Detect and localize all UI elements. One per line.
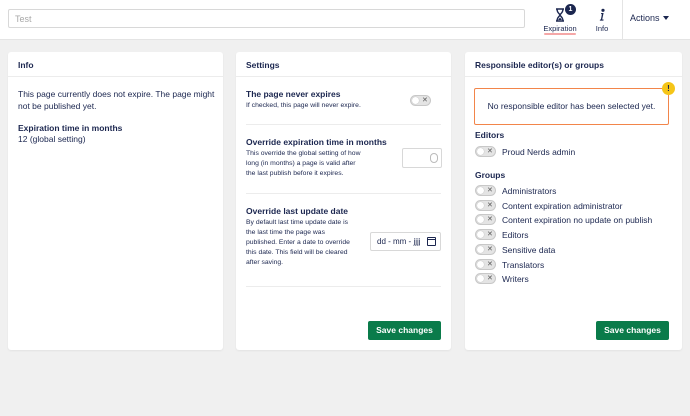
row-divider: [246, 193, 441, 194]
toggle-knob: [412, 97, 419, 104]
close-icon: ✕: [487, 275, 493, 282]
editors-heading: Editors: [475, 130, 505, 140]
close-icon: ✕: [487, 231, 493, 238]
info-panel: Info This page currently does not expire…: [8, 52, 223, 350]
info-message: This page currently does not expire. The…: [18, 89, 215, 111]
group-toggle[interactable]: ✕: [475, 244, 496, 255]
never-expires-label: The page never expires: [246, 89, 341, 99]
group-label: Writers: [502, 274, 529, 284]
number-spinner-icon[interactable]: [430, 153, 438, 163]
group-toggle[interactable]: ✕: [475, 200, 496, 211]
toggle-knob: [477, 216, 484, 223]
app-button-info[interactable]: Info: [578, 0, 626, 40]
groups-heading: Groups: [475, 170, 506, 180]
override-update-date-input[interactable]: dd - mm - jjjj: [370, 232, 441, 251]
toggle-knob: [477, 261, 484, 268]
group-toggle[interactable]: ✕: [475, 259, 496, 270]
responsible-panel: Responsible editor(s) or groups No respo…: [465, 52, 682, 350]
close-icon: ✕: [422, 97, 428, 104]
top-bar: 1 Expiration Info Actions: [0, 0, 690, 40]
editor-toggle[interactable]: ✕: [475, 146, 496, 157]
close-icon: ✕: [487, 187, 493, 194]
never-expires-description: If checked, this page will never expire.: [246, 102, 361, 109]
node-name-input[interactable]: [8, 9, 525, 28]
close-icon: ✕: [487, 202, 493, 209]
date-placeholder: dd - mm - jjjj: [377, 237, 421, 246]
panel-divider: [8, 76, 223, 77]
info-icon: [599, 8, 605, 21]
group-label: Content expiration administrator: [502, 201, 623, 211]
toggle-knob: [477, 275, 484, 282]
expiration-badge: 1: [565, 4, 576, 15]
group-label: Editors: [502, 230, 529, 240]
settings-save-button[interactable]: Save changes: [368, 321, 441, 340]
override-expiration-input[interactable]: [402, 148, 442, 168]
toggle-knob: [477, 187, 484, 194]
panel-divider: [465, 76, 682, 77]
toggle-knob: [477, 231, 484, 238]
row-divider: [246, 286, 441, 287]
override-update-label: Override last update date: [246, 206, 349, 216]
panel-divider: [236, 76, 451, 77]
group-label: Administrators: [502, 186, 557, 196]
group-label: Content expiration no update on publish: [502, 215, 653, 225]
group-toggle[interactable]: ✕: [475, 214, 496, 225]
warning-icon: !: [662, 82, 675, 95]
close-icon: ✕: [487, 148, 493, 155]
actions-menu-button[interactable]: Actions: [630, 13, 669, 23]
close-icon: ✕: [487, 216, 493, 223]
no-responsible-warning: No responsible editor has been selected …: [474, 88, 669, 125]
info-panel-title: Info: [18, 60, 34, 70]
app-label-expiration: Expiration: [543, 24, 577, 33]
override-expiration-description: This override the global setting of how …: [246, 150, 361, 177]
app-label-info: Info: [595, 24, 609, 33]
calendar-icon[interactable]: [427, 237, 436, 246]
caret-down-icon: [662, 16, 669, 20]
expiration-time-value: 12 (global setting): [18, 134, 86, 144]
editor-label: Proud Nerds admin: [502, 147, 576, 157]
group-toggle[interactable]: ✕: [475, 273, 496, 284]
settings-panel: Settings The page never expires If check…: [236, 52, 451, 350]
group-toggle[interactable]: ✕: [475, 229, 496, 240]
override-expiration-label: Override expiration time in months: [246, 137, 387, 147]
actions-label: Actions: [630, 13, 660, 23]
app-button-expiration[interactable]: 1 Expiration: [536, 0, 584, 40]
never-expires-toggle[interactable]: ✕: [410, 95, 431, 106]
close-icon: ✕: [487, 246, 493, 253]
group-toggle[interactable]: ✕: [475, 185, 496, 196]
toggle-knob: [477, 246, 484, 253]
responsible-save-button[interactable]: Save changes: [596, 321, 669, 340]
group-label: Sensitive data: [502, 245, 556, 255]
responsible-panel-title: Responsible editor(s) or groups: [475, 60, 604, 70]
toggle-knob: [477, 148, 484, 155]
header-divider: [622, 0, 623, 40]
close-icon: ✕: [487, 261, 493, 268]
warning-text: No responsible editor has been selected …: [487, 101, 656, 111]
group-label: Translators: [502, 260, 545, 270]
override-update-description: By default last time update date is the …: [246, 219, 350, 266]
settings-panel-title: Settings: [246, 60, 280, 70]
toggle-knob: [477, 202, 484, 209]
row-divider: [246, 124, 441, 125]
